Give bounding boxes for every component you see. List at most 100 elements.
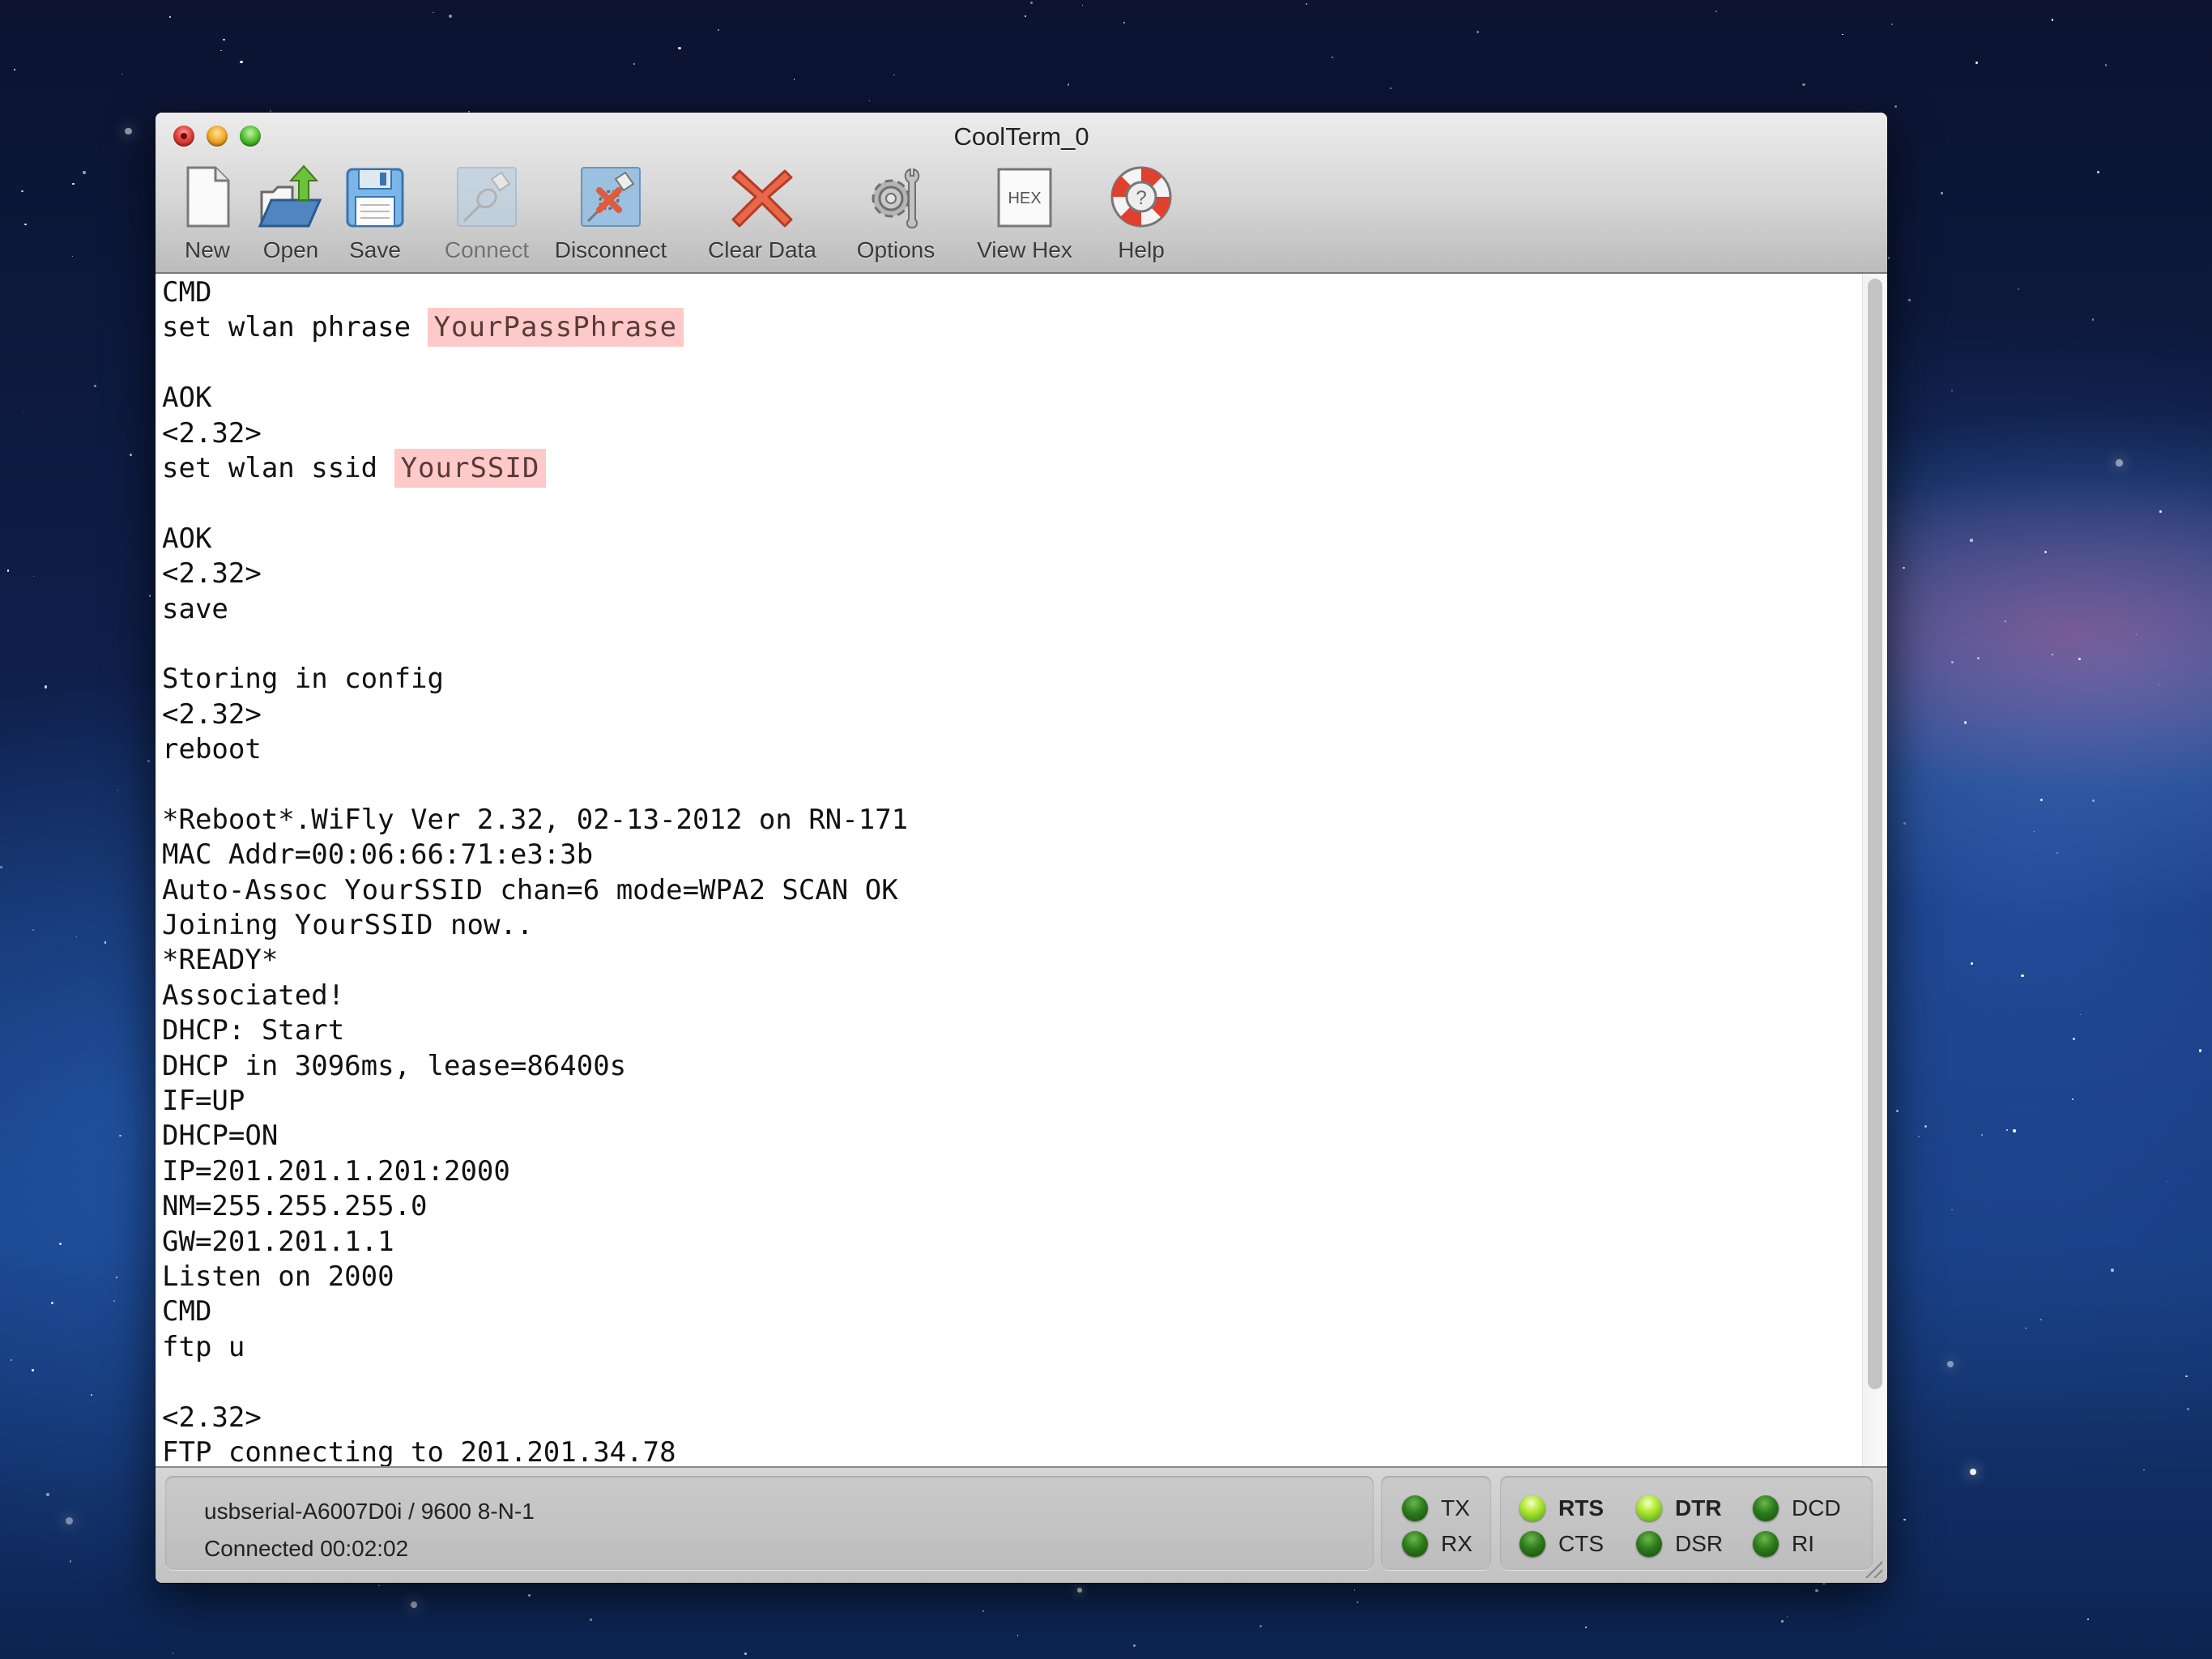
- led-cts-label: CTS: [1558, 1531, 1604, 1556]
- star: [14, 69, 15, 70]
- terminal-text: DHCP in 3096ms, lease=86400s: [162, 1049, 627, 1082]
- toolbar-help-button[interactable]: ? Help: [1080, 163, 1202, 263]
- star: [1842, 34, 1843, 36]
- disconnect-plug-icon: [581, 167, 641, 227]
- star: [2051, 19, 2054, 21]
- star: [1951, 660, 1954, 663]
- terminal-line: DHCP in 3096ms, lease=86400s: [162, 1049, 1863, 1084]
- terminal-text: AOK: [162, 382, 212, 415]
- star: [2044, 550, 2048, 553]
- star: [1946, 1360, 1954, 1367]
- terminal-text: <2.32>: [162, 697, 262, 731]
- terminal-text: save: [162, 592, 228, 625]
- star: [2186, 1408, 2189, 1410]
- terminal-text: <2.32>: [162, 557, 262, 591]
- terminal-line: set wlan ssid YourSSID: [162, 448, 1863, 488]
- star: [1305, 2, 1307, 5]
- star: [2051, 654, 2053, 656]
- star: [1332, 56, 1334, 58]
- led-dtr-label: DTR: [1675, 1495, 1722, 1520]
- star: [2135, 633, 2137, 636]
- led-dsr-label: DSR: [1675, 1531, 1724, 1556]
- toolbar-connect-button[interactable]: Connect: [426, 163, 548, 263]
- coolterm-window: CoolTerm_0 New Open Save Connect Disconn…: [156, 113, 1887, 1583]
- clear-x-icon: [731, 169, 793, 228]
- ssid-value: YourSSID: [294, 909, 434, 942]
- connection-info-panel: usbserial-A6007D0i / 9600 8-N-1 Connecte…: [165, 1476, 1374, 1570]
- star: [1941, 192, 1943, 195]
- toolbar-connect-label: Connect: [444, 237, 530, 262]
- lifebuoy-help-icon: ?: [1110, 166, 1172, 228]
- star: [2091, 318, 2095, 321]
- highlighted-value: YourSSID: [394, 448, 547, 488]
- led-rts-label: RTS: [1558, 1495, 1604, 1520]
- star: [1891, 23, 1894, 26]
- terminal-text: CMD: [162, 276, 212, 309]
- star: [2056, 852, 2059, 855]
- star: [2143, 1469, 2145, 1471]
- led-rts[interactable]: RTS: [1519, 1495, 1604, 1521]
- star: [1030, 2, 1033, 4]
- toolbar-disconnect-button[interactable]: Disconnect: [550, 163, 671, 263]
- vertical-scrollbar[interactable]: [1862, 274, 1887, 1581]
- star: [411, 1601, 417, 1609]
- terminal-text: Associated!: [162, 979, 345, 1012]
- title-toolbar: CoolTerm_0 New Open Save Connect Disconn…: [156, 113, 1887, 274]
- terminal-line: MAC Addr=00:06:66:71:e3:3b: [162, 838, 1863, 872]
- terminal-line: set wlan phrase YourPassPhrase: [162, 308, 1863, 348]
- terminal-text: Listen on 2000: [162, 1260, 394, 1293]
- led-tx-indicator: [1402, 1495, 1428, 1521]
- terminal-line: save: [162, 592, 1863, 627]
- terminal-line: Associated!: [162, 979, 1863, 1013]
- star: [2073, 1037, 2076, 1040]
- star: [1924, 1124, 1928, 1128]
- led-dtr[interactable]: DTR: [1636, 1495, 1722, 1521]
- star: [2017, 288, 2020, 291]
- toolbar-save-button[interactable]: Save: [314, 163, 436, 263]
- scrollbar-thumb[interactable]: [1868, 279, 1882, 1389]
- star: [2078, 658, 2081, 661]
- star: [2159, 510, 2162, 513]
- terminal-output[interactable]: CMD set wlan phrase YourPassPhrase AOK <2.3…: [156, 274, 1863, 1581]
- terminal-text: GW=201.201.1.1: [162, 1225, 394, 1258]
- toolbar-options-button[interactable]: Options: [835, 163, 957, 263]
- star: [65, 1516, 73, 1525]
- terminal-text: set wlan phrase: [162, 311, 428, 344]
- terminal-text: *READY*: [162, 944, 279, 977]
- signal-lines-panel[interactable]: RTS CTS DTR DSR DCD RI: [1500, 1476, 1873, 1570]
- star: [2199, 1049, 2202, 1052]
- toolbar-view-hex-button[interactable]: HEX View Hex: [964, 163, 1085, 263]
- star: [449, 15, 452, 18]
- terminal-text: set wlan ssid: [162, 451, 394, 484]
- star: [1133, 1644, 1136, 1647]
- star: [377, 1584, 380, 1587]
- terminal-line: *READY*: [162, 943, 1863, 978]
- star: [1123, 21, 1126, 24]
- star: [1887, 257, 1890, 259]
- terminal-text: CMD: [162, 1295, 212, 1328]
- star: [869, 100, 871, 102]
- star: [115, 1276, 118, 1279]
- toolbar-clear-data-button[interactable]: Clear Data: [701, 163, 823, 263]
- terminal-line: Storing in config: [162, 662, 1863, 697]
- terminal-line: Listen on 2000: [162, 1260, 1863, 1294]
- led-tx: TX: [1402, 1495, 1470, 1521]
- star: [1980, 1134, 1984, 1137]
- star: [125, 127, 132, 135]
- star: [113, 1299, 116, 1303]
- star: [528, 1593, 531, 1597]
- star: [240, 60, 243, 63]
- star: [69, 1559, 72, 1563]
- star: [6, 569, 9, 572]
- star: [0, 865, 3, 868]
- star: [1903, 821, 1906, 825]
- led-ri: RI: [1753, 1531, 1814, 1557]
- star: [1715, 10, 1718, 12]
- star: [58, 1243, 62, 1246]
- terminal-text: MAC Addr=00:06:66:71:e3:3b: [162, 838, 594, 872]
- terminal-lines: CMD set wlan phrase YourPassPhrase AOK <2.3…: [162, 274, 1863, 1470]
- terminal-text: IF=UP: [162, 1084, 245, 1117]
- star: [1067, 83, 1070, 86]
